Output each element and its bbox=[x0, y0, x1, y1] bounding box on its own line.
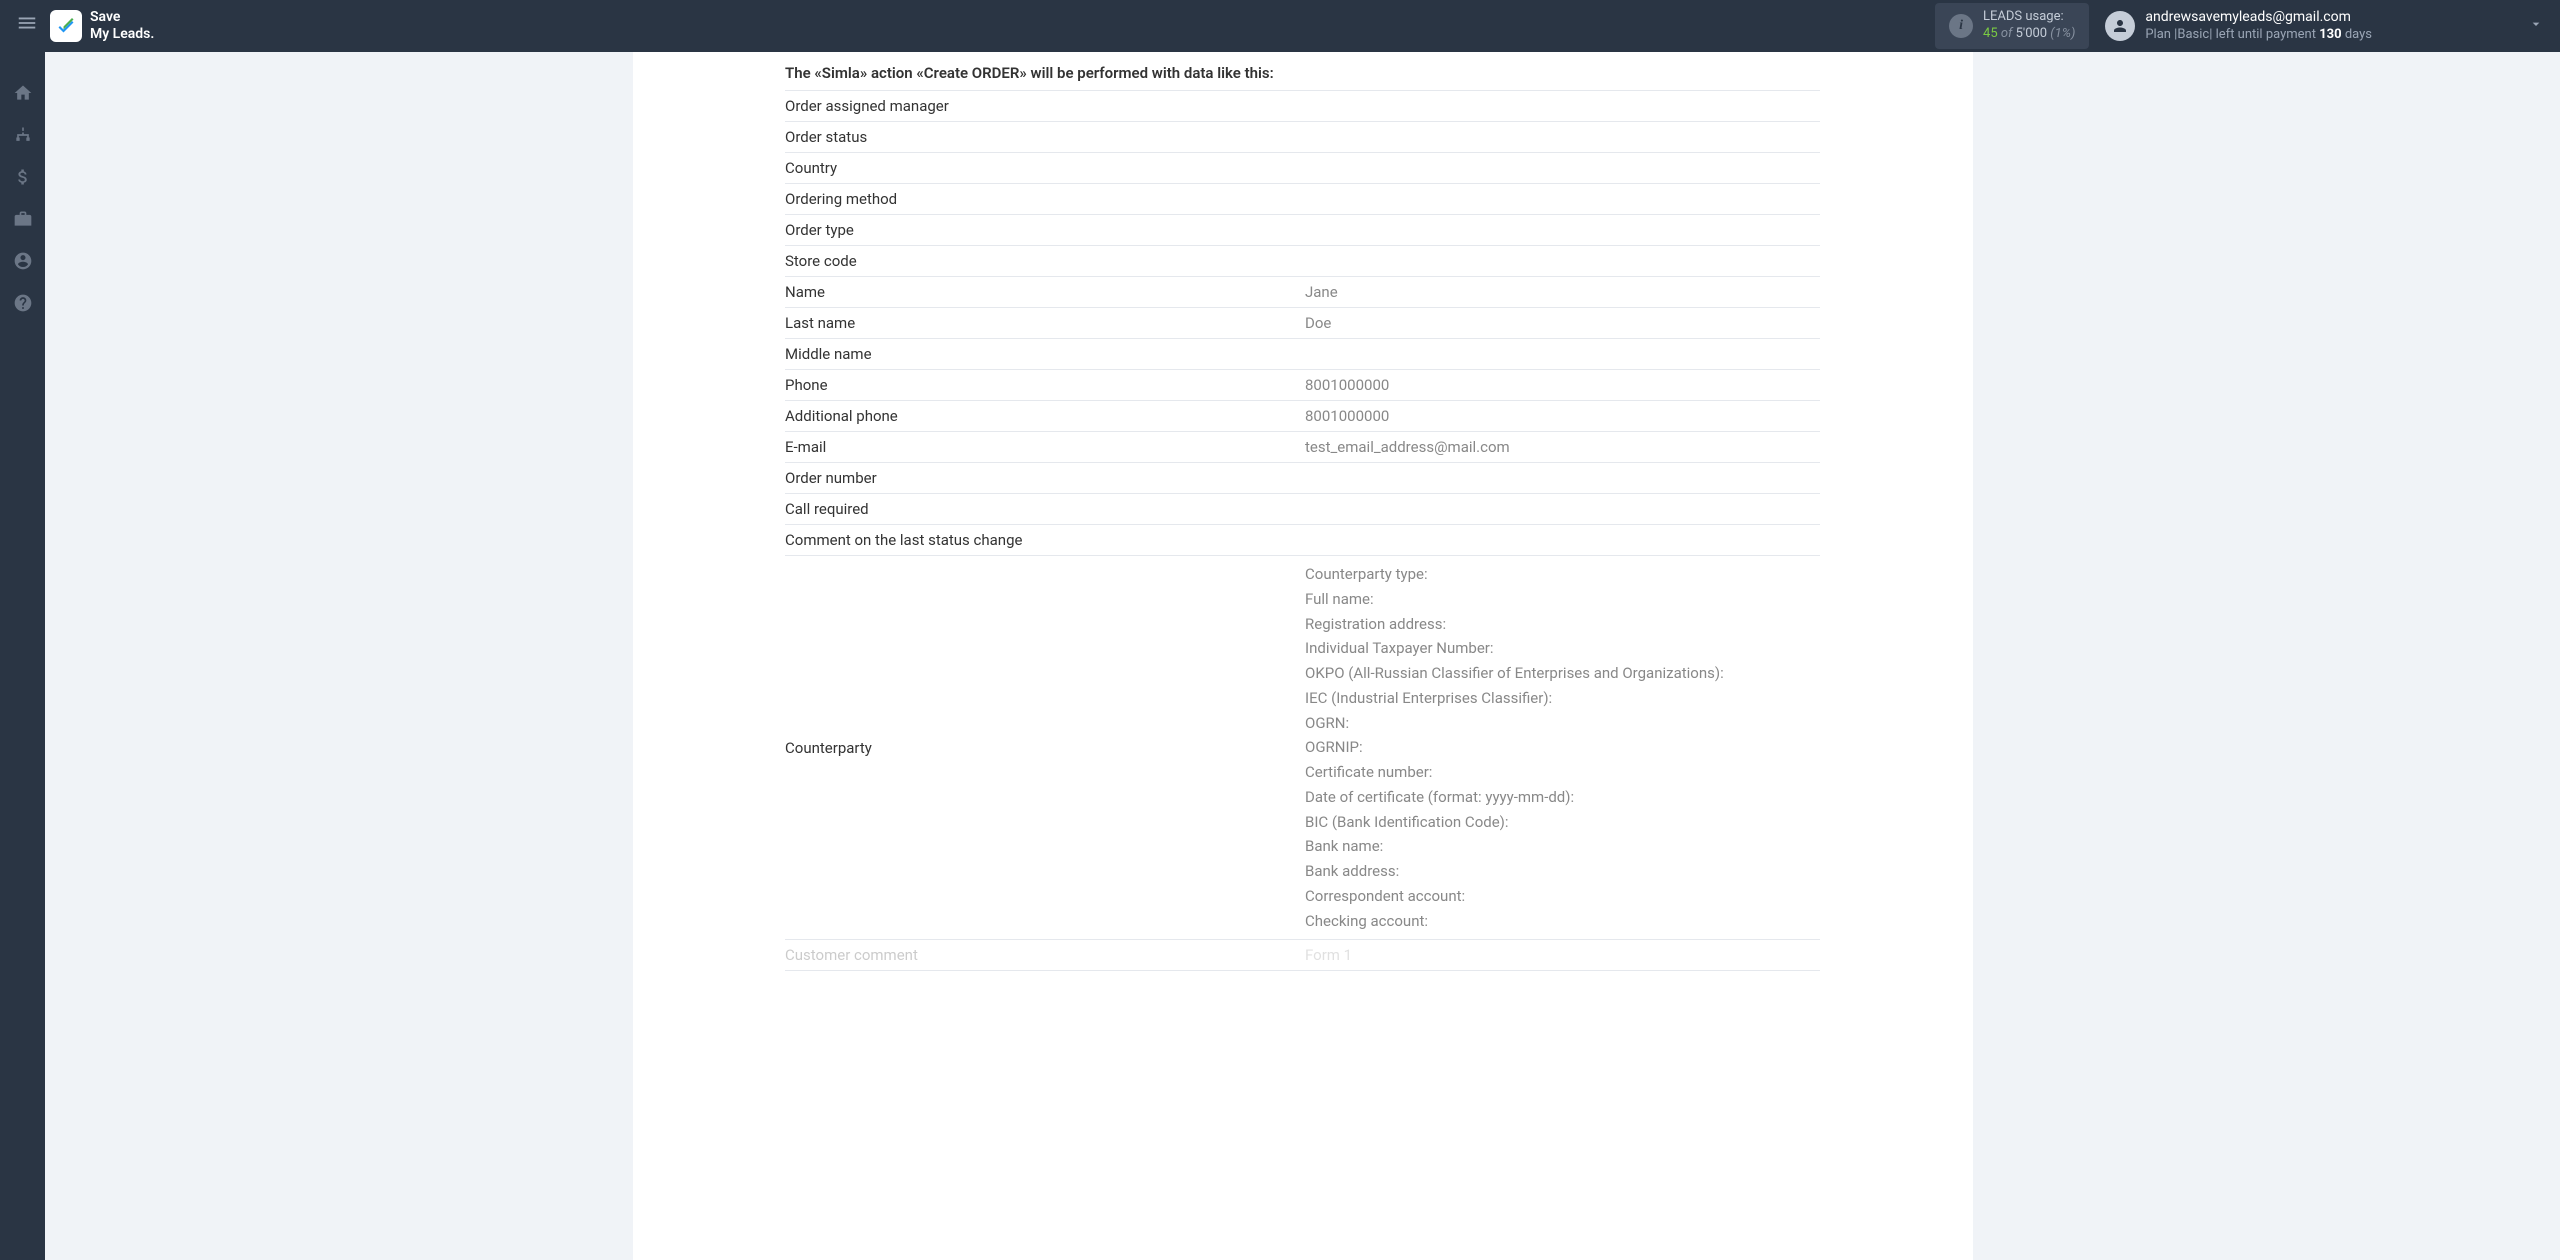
home-icon bbox=[13, 83, 33, 103]
user-menu[interactable]: andrewsavemyleads@gmail.com Plan |Basic|… bbox=[2105, 8, 2372, 43]
field-value: Doe bbox=[1305, 308, 1820, 339]
field-value bbox=[1305, 215, 1820, 246]
field-label: Phone bbox=[785, 370, 1305, 401]
counterparty-line: IEC (Industrial Enterprises Classifier): bbox=[1305, 686, 1820, 711]
field-label: Name bbox=[785, 277, 1305, 308]
content-wrapper: The «Simla» action «Create ORDER» will b… bbox=[45, 52, 2560, 1260]
field-label: Middle name bbox=[785, 339, 1305, 370]
field-label: Customer comment bbox=[785, 940, 1305, 971]
help-icon bbox=[13, 293, 33, 313]
sidebar bbox=[0, 52, 45, 1260]
table-row: NameJane bbox=[785, 277, 1820, 308]
chevron-down-icon bbox=[2528, 16, 2544, 32]
counterparty-line: BIC (Bank Identification Code): bbox=[1305, 810, 1820, 835]
top-bar: Save My Leads. i LEADS usage: 45 of 5'00… bbox=[0, 0, 2560, 52]
field-value bbox=[1305, 153, 1820, 184]
sidebar-item-billing[interactable] bbox=[0, 156, 45, 198]
logo[interactable]: Save My Leads. bbox=[50, 9, 154, 43]
field-label: Counterparty bbox=[785, 556, 1305, 940]
counterparty-line: OGRNIP: bbox=[1305, 735, 1820, 760]
table-row: Order status bbox=[785, 122, 1820, 153]
content-panel: The «Simla» action «Create ORDER» will b… bbox=[633, 52, 1973, 1260]
field-label: Call required bbox=[785, 494, 1305, 525]
sitemap-icon bbox=[13, 125, 33, 145]
counterparty-line: OGRN: bbox=[1305, 711, 1820, 736]
sidebar-item-briefcase[interactable] bbox=[0, 198, 45, 240]
field-value: test_email_address@mail.com bbox=[1305, 432, 1820, 463]
counterparty-line: Counterparty type: bbox=[1305, 562, 1820, 587]
menu-toggle-button[interactable] bbox=[16, 12, 38, 40]
field-label: Store code bbox=[785, 246, 1305, 277]
field-value-counterparty: Counterparty type:Full name:Registration… bbox=[1305, 556, 1820, 940]
field-value: 8001000000 bbox=[1305, 370, 1820, 401]
table-row: Ordering method bbox=[785, 184, 1820, 215]
field-value bbox=[1305, 184, 1820, 215]
leads-usage-badge[interactable]: i LEADS usage: 45 of 5'000 (1%) bbox=[1935, 3, 2089, 49]
field-label: Comment on the last status change bbox=[785, 525, 1305, 556]
field-label: Ordering method bbox=[785, 184, 1305, 215]
header-collapse-button[interactable] bbox=[2528, 16, 2544, 36]
table-row: Country bbox=[785, 153, 1820, 184]
field-label: Order type bbox=[785, 215, 1305, 246]
dollar-icon bbox=[13, 167, 33, 187]
field-value: Jane bbox=[1305, 277, 1820, 308]
logo-icon bbox=[50, 10, 82, 42]
top-right: i LEADS usage: 45 of 5'000 (1%) andrewsa… bbox=[1935, 3, 2544, 49]
user-avatar-icon bbox=[2105, 11, 2135, 41]
field-label: Country bbox=[785, 153, 1305, 184]
counterparty-line: Date of certificate (format: yyyy-mm-dd)… bbox=[1305, 785, 1820, 810]
field-value: Form 1 bbox=[1305, 940, 1820, 971]
leads-usage-text: LEADS usage: 45 of 5'000 (1%) bbox=[1983, 9, 2075, 43]
table-row-counterparty: CounterpartyCounterparty type:Full name:… bbox=[785, 556, 1820, 940]
table-row: E-mailtest_email_address@mail.com bbox=[785, 432, 1820, 463]
table-row: Order type bbox=[785, 215, 1820, 246]
table-row: Additional phone8001000000 bbox=[785, 401, 1820, 432]
field-value bbox=[1305, 525, 1820, 556]
counterparty-line: Registration address: bbox=[1305, 612, 1820, 637]
field-label: Order assigned manager bbox=[785, 91, 1305, 122]
user-circle-icon bbox=[13, 251, 33, 271]
table-row: Last nameDoe bbox=[785, 308, 1820, 339]
table-row: Comment on the last status change bbox=[785, 525, 1820, 556]
sidebar-item-help[interactable] bbox=[0, 282, 45, 324]
hamburger-icon bbox=[16, 12, 38, 34]
user-info: andrewsavemyleads@gmail.com Plan |Basic|… bbox=[2145, 8, 2372, 43]
data-table: Order assigned managerOrder statusCountr… bbox=[785, 91, 1820, 971]
sidebar-item-home[interactable] bbox=[0, 72, 45, 114]
section-title: The «Simla» action «Create ORDER» will b… bbox=[785, 64, 1820, 91]
table-row: Store code bbox=[785, 246, 1820, 277]
field-value bbox=[1305, 122, 1820, 153]
field-label: Order status bbox=[785, 122, 1305, 153]
table-row: Customer commentForm 1 bbox=[785, 940, 1820, 971]
counterparty-line: Correspondent account: bbox=[1305, 884, 1820, 909]
counterparty-line: Checking account: bbox=[1305, 909, 1820, 934]
sidebar-item-connections[interactable] bbox=[0, 114, 45, 156]
field-label: Last name bbox=[785, 308, 1305, 339]
counterparty-line: OKPO (All-Russian Classifier of Enterpri… bbox=[1305, 661, 1820, 686]
counterparty-line: Certificate number: bbox=[1305, 760, 1820, 785]
counterparty-line: Bank address: bbox=[1305, 859, 1820, 884]
table-row: Middle name bbox=[785, 339, 1820, 370]
table-row: Call required bbox=[785, 494, 1820, 525]
counterparty-line: Individual Taxpayer Number: bbox=[1305, 636, 1820, 661]
field-value bbox=[1305, 494, 1820, 525]
field-value bbox=[1305, 91, 1820, 122]
sidebar-item-account[interactable] bbox=[0, 240, 45, 282]
field-label: Additional phone bbox=[785, 401, 1305, 432]
field-value bbox=[1305, 463, 1820, 494]
field-value bbox=[1305, 339, 1820, 370]
field-label: E-mail bbox=[785, 432, 1305, 463]
info-icon: i bbox=[1949, 14, 1973, 38]
counterparty-line: Bank name: bbox=[1305, 834, 1820, 859]
field-value bbox=[1305, 246, 1820, 277]
field-label: Order number bbox=[785, 463, 1305, 494]
form-preview: The «Simla» action «Create ORDER» will b… bbox=[785, 52, 1820, 991]
table-row: Order assigned manager bbox=[785, 91, 1820, 122]
briefcase-icon bbox=[13, 209, 33, 229]
table-row: Order number bbox=[785, 463, 1820, 494]
logo-text: Save My Leads. bbox=[90, 9, 154, 43]
table-row: Phone8001000000 bbox=[785, 370, 1820, 401]
field-value: 8001000000 bbox=[1305, 401, 1820, 432]
counterparty-line: Full name: bbox=[1305, 587, 1820, 612]
